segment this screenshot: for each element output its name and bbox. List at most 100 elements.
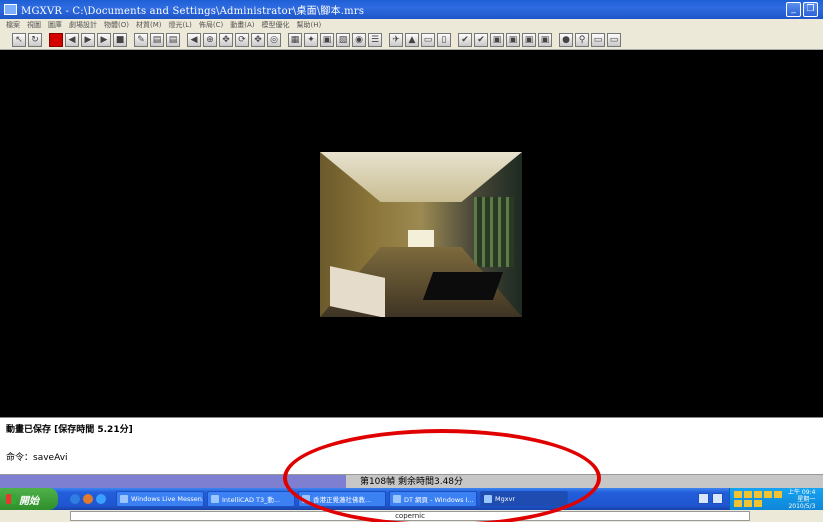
tray-icon[interactable]	[734, 491, 742, 498]
light-icon[interactable]: ✦	[304, 33, 318, 47]
task-label: DT 網頁 - Windows I...	[404, 496, 474, 504]
tray-icon[interactable]	[764, 491, 772, 498]
plane-icon[interactable]: ▭	[421, 33, 435, 47]
tray-icon[interactable]	[754, 500, 762, 507]
move-icon[interactable]: ✥	[219, 33, 233, 47]
tray-icons	[734, 491, 788, 507]
keyboard-icon[interactable]	[698, 493, 709, 504]
menu-object[interactable]: 物體(O)	[104, 20, 129, 30]
console-command-line: 命令：saveAvi	[6, 453, 68, 463]
check2-icon[interactable]: ✔	[474, 33, 488, 47]
internet-explorer-icon	[393, 495, 401, 503]
pan-icon[interactable]: ✥	[251, 33, 265, 47]
sphere-icon[interactable]: ●	[559, 33, 573, 47]
deskbar: copernic	[0, 510, 823, 522]
cone-icon[interactable]: ▲	[405, 33, 419, 47]
console-status-line: 動畫已保存 [保存時間 5.21分]	[6, 425, 133, 435]
clock-time: 上午 09:4	[788, 488, 816, 496]
start-label: 開始	[19, 495, 39, 507]
walk-icon[interactable]: ☰	[368, 33, 382, 47]
stop-icon[interactable]: ■	[113, 33, 127, 47]
copernic-search-field[interactable]: copernic	[70, 511, 750, 521]
start-button[interactable]: 開始	[0, 488, 58, 510]
task-button-mgxvr[interactable]: Mgxvr	[480, 491, 568, 507]
select-icon[interactable]: ↖	[12, 33, 26, 47]
forward-icon[interactable]: ▶	[97, 33, 111, 47]
target-icon[interactable]: ◎	[267, 33, 281, 47]
internet-explorer-icon[interactable]	[96, 494, 106, 504]
command-console[interactable]: 動畫已保存 [保存時間 5.21分] 命令：saveAvi	[0, 417, 823, 474]
frame-icon[interactable]: ▭	[591, 33, 605, 47]
task-label: IntelliCAD T3_動...	[222, 496, 281, 504]
show-desktop-icon[interactable]	[70, 494, 80, 504]
app-icon	[4, 4, 17, 15]
door-icon[interactable]: ▯	[437, 33, 451, 47]
render-progress-bar: 第108幀 剩余時間3.48分	[0, 474, 823, 488]
tray-icon[interactable]	[744, 491, 752, 498]
menu-model-optimize[interactable]: 模型優化	[262, 20, 290, 30]
3d-viewport[interactable]	[0, 50, 823, 417]
fly-icon[interactable]: ✈	[389, 33, 403, 47]
clock-date: 2010/5/3	[788, 502, 816, 510]
tray-icon[interactable]	[734, 500, 742, 507]
mgxvr-icon	[484, 495, 492, 503]
language-icon[interactable]	[712, 493, 723, 504]
menu-light[interactable]: 燈光(L)	[169, 20, 192, 30]
rotate-icon[interactable]: ↻	[28, 33, 42, 47]
toolbar: ↖ ↻ ◀ ▶ ▶ ■ ✎ ▤ ▤ ◀ ⊕ ✥ ⟳ ✥ ◎ ▦ ✦ ▣ ▧ ◉ ☰ ✈ ▲ ▭ ▯ ✔ ✔ ▣ ▣ ▣ ▣ ● ⚲ ▭ ▭	[0, 31, 823, 50]
menu-view[interactable]: 視圖	[27, 20, 41, 30]
intellicad-icon	[211, 495, 219, 503]
box-icon[interactable]: ▣	[490, 33, 504, 47]
task-label: Mgxvr	[495, 495, 516, 503]
task-button-intellicad[interactable]: IntelliCAD T3_動...	[207, 491, 295, 507]
menu-animation[interactable]: 動畫(A)	[230, 20, 254, 30]
zoom-icon[interactable]: ⊕	[203, 33, 217, 47]
material-icon[interactable]: ▧	[336, 33, 350, 47]
clock[interactable]: 上午 09:4 星期一 2010/5/3	[788, 489, 815, 510]
rewind-icon[interactable]: ◀	[65, 33, 79, 47]
task-button-browser-1[interactable]: 香港正覺蓮社佛教...	[298, 491, 386, 507]
menu-layout[interactable]: 佈局(C)	[199, 20, 223, 30]
box4-icon[interactable]: ▣	[538, 33, 552, 47]
tray-icon[interactable]	[774, 491, 782, 498]
taskbar: 開始 Windows Live Messen... IntelliCAD T3_…	[0, 488, 823, 510]
layer-icon[interactable]: ▤	[150, 33, 164, 47]
restore-button[interactable]: ❐	[803, 2, 818, 17]
window-title: MGXVR - C:\Documents and Settings\Admini…	[21, 6, 365, 17]
media-player-icon[interactable]	[83, 494, 93, 504]
quick-launch	[70, 494, 106, 504]
task-label: Windows Live Messen...	[131, 495, 204, 503]
play-icon[interactable]: ▶	[81, 33, 95, 47]
clock-day: 星期一	[797, 495, 816, 503]
windows-flag-icon	[6, 494, 16, 504]
rendered-scene-image	[320, 152, 522, 317]
box3-icon[interactable]: ▣	[522, 33, 536, 47]
check-icon[interactable]: ✔	[458, 33, 472, 47]
menu-material[interactable]: 材質(M)	[136, 20, 162, 30]
magnify-icon[interactable]: ⚲	[575, 33, 589, 47]
task-button-messenger[interactable]: Windows Live Messen...	[116, 491, 204, 507]
task-button-browser-2[interactable]: DT 網頁 - Windows I...	[389, 491, 477, 507]
record-icon[interactable]	[49, 33, 63, 47]
menu-help[interactable]: 幫助(H)	[297, 20, 322, 30]
camera-icon[interactable]: ◉	[352, 33, 366, 47]
paint-icon[interactable]: ✎	[134, 33, 148, 47]
menu-library[interactable]: 圖庫	[48, 20, 62, 30]
back-icon[interactable]: ◀	[187, 33, 201, 47]
frame2-icon[interactable]: ▭	[607, 33, 621, 47]
box2-icon[interactable]: ▣	[506, 33, 520, 47]
menu-file[interactable]: 檔案	[6, 20, 20, 30]
tray-icon[interactable]	[744, 500, 752, 507]
layer2-icon[interactable]: ▤	[166, 33, 180, 47]
tray-icon[interactable]	[754, 491, 762, 498]
orbit-icon[interactable]: ⟳	[235, 33, 249, 47]
minimize-button[interactable]: _	[786, 2, 801, 17]
menu-scene-design[interactable]: 劇場設計	[69, 20, 97, 30]
language-bar	[698, 493, 723, 504]
menu-bar: 檔案 視圖 圖庫 劇場設計 物體(O) 材質(M) 燈光(L) 佈局(C) 動畫…	[0, 19, 823, 31]
grid-icon[interactable]: ▦	[288, 33, 302, 47]
system-tray: 上午 09:4 星期一 2010/5/3	[729, 488, 823, 510]
title-bar: MGXVR - C:\Documents and Settings\Admini…	[0, 0, 823, 19]
messenger-icon	[120, 495, 128, 503]
object-icon[interactable]: ▣	[320, 33, 334, 47]
